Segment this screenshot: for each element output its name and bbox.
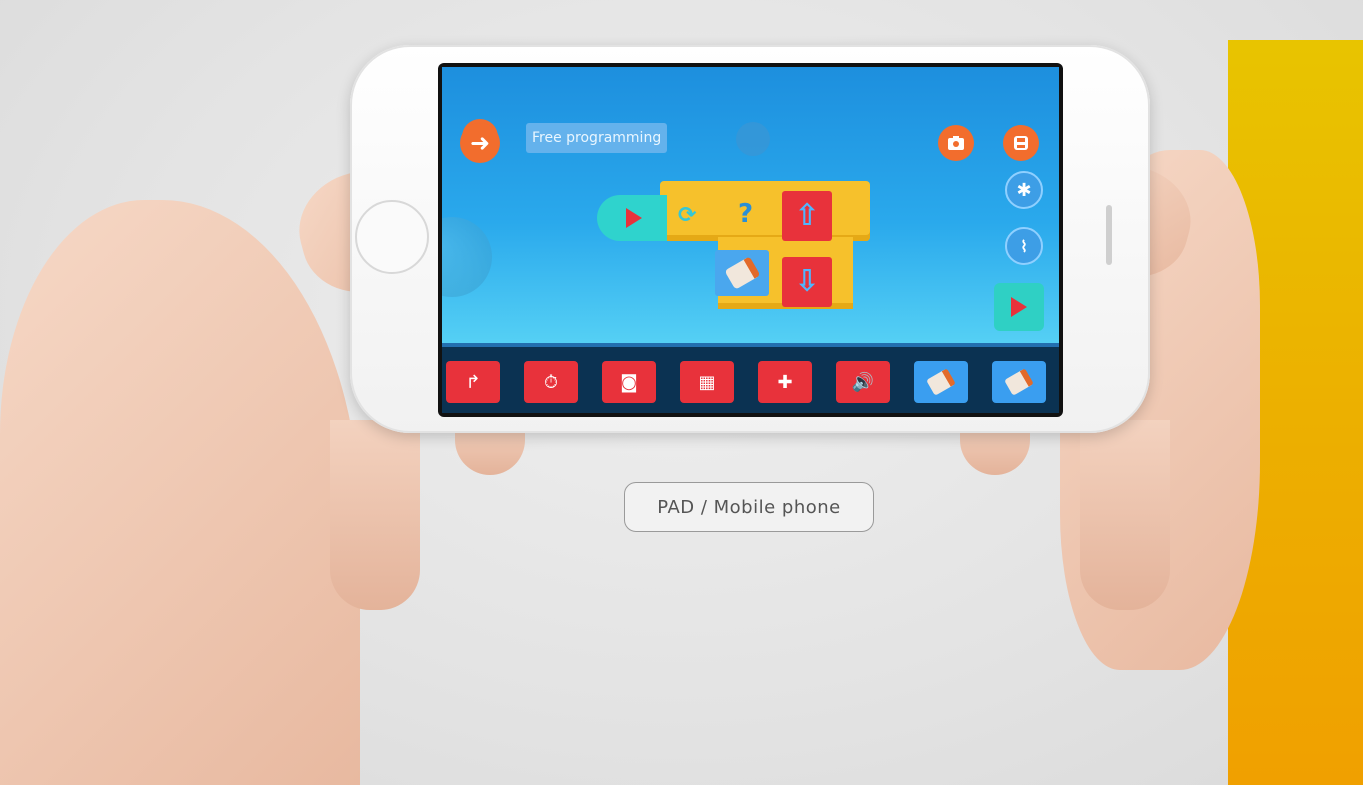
- phone-screen: ➜ Free programming ✱ ⌇ ⟳ ? ⇧ ⇩ ↱ ⏱ ◙ ▦ ✚…: [438, 63, 1063, 417]
- arrow-down-icon: ⇩: [794, 264, 820, 299]
- palette-speaker-block[interactable]: 🔊: [836, 361, 890, 403]
- condition-label: ?: [738, 199, 754, 229]
- sensor-block[interactable]: [715, 250, 769, 296]
- moon-decor: [736, 122, 770, 156]
- planet-decor: [442, 217, 492, 297]
- arrow-up-icon: ⇧: [794, 198, 820, 233]
- camera-button[interactable]: [938, 125, 974, 161]
- car-timer-icon: ⏱: [543, 371, 559, 393]
- run-button[interactable]: [994, 283, 1044, 331]
- repeat-icon: ⟳: [678, 203, 697, 228]
- home-button[interactable]: [355, 200, 429, 274]
- left-fingers-under: [330, 420, 420, 610]
- page-title: Free programming: [526, 123, 668, 153]
- clear-button[interactable]: ⌇: [1005, 227, 1043, 265]
- play-icon: [626, 208, 642, 228]
- broom-clear-icon: ⌇: [1020, 236, 1028, 256]
- palette-sensor-a-block[interactable]: [914, 361, 968, 403]
- save-icon: [1014, 136, 1028, 150]
- car-sensor-icon: ◙: [620, 371, 638, 393]
- sensor-b-icon: [1004, 368, 1034, 396]
- start-block[interactable]: [597, 195, 667, 241]
- right-fingers-under: [1080, 420, 1170, 610]
- light-icon: ✚: [777, 371, 793, 393]
- move-backward-block[interactable]: ⇩: [782, 257, 832, 307]
- palette-display-block[interactable]: ▦: [680, 361, 734, 403]
- palette-sensor-b-block[interactable]: [992, 361, 1046, 403]
- block-palette: ↱ ⏱ ◙ ▦ ✚ 🔊: [442, 343, 1059, 413]
- app-canvas: ➜ Free programming ✱ ⌇ ⟳ ? ⇧ ⇩ ↱ ⏱ ◙ ▦ ✚…: [442, 67, 1059, 413]
- turn-icon: ↱: [465, 371, 481, 393]
- back-button[interactable]: ➜: [460, 123, 500, 163]
- camera-icon: [948, 136, 964, 150]
- palette-car-timer-block[interactable]: ⏱: [524, 361, 578, 403]
- speaker-icon: 🔊: [851, 371, 875, 393]
- move-forward-block[interactable]: ⇧: [782, 191, 832, 241]
- palette-light-block[interactable]: ✚: [758, 361, 812, 403]
- arrow-left-icon: ➜: [469, 129, 491, 157]
- bluetooth-icon: ✱: [1016, 179, 1032, 201]
- palette-turn-block[interactable]: ↱: [446, 361, 500, 403]
- earpiece: [1106, 205, 1112, 265]
- sensor-a-icon: [926, 368, 956, 396]
- play-icon: [1011, 297, 1027, 317]
- bluetooth-button[interactable]: ✱: [1005, 171, 1043, 209]
- sensor-icon: [723, 256, 761, 290]
- palette-car-sensor-block[interactable]: ◙: [602, 361, 656, 403]
- device-caption: PAD / Mobile phone: [624, 482, 874, 532]
- display-icon: ▦: [698, 371, 716, 393]
- save-button[interactable]: [1003, 125, 1039, 161]
